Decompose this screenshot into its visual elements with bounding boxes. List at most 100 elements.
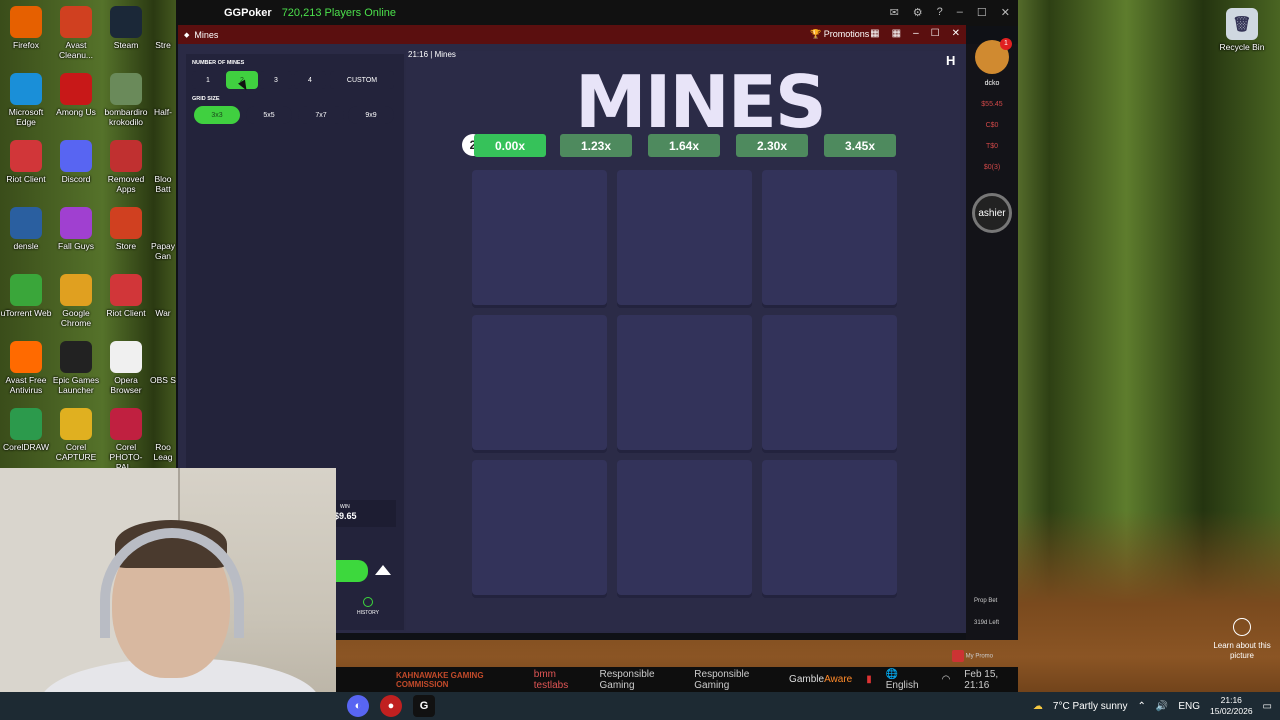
mine-tile[interactable] (472, 460, 607, 595)
mines-option-3[interactable]: 3 (260, 71, 292, 89)
app-name: GGPoker (224, 7, 272, 19)
tray-chevron-icon[interactable]: ⌃ (1137, 701, 1145, 712)
desktop-icon[interactable]: densle (0, 207, 52, 251)
desktop-icon-partial[interactable]: Stre (150, 6, 176, 50)
kahnawake-logo[interactable]: KAHNAWAKE GAMING COMMISSION (396, 671, 520, 689)
responsible-gaming-link-2[interactable]: Responsible Gaming (694, 669, 775, 691)
maximize-icon[interactable]: ☐ (977, 6, 987, 19)
bmm-logo[interactable]: bmm testlabs (534, 669, 586, 691)
close-icon[interactable]: ✕ (952, 28, 960, 39)
mines-option-4[interactable]: 4 (294, 71, 326, 89)
app-icon (110, 73, 142, 105)
mine-tile[interactable] (617, 170, 752, 305)
desktop-icon[interactable]: uTorrent Web (0, 274, 52, 318)
maximize-icon[interactable]: ☐ (931, 28, 940, 39)
mail-icon[interactable]: ✉ (890, 6, 899, 19)
game-header: 21:16 | Mines (408, 50, 456, 59)
language-selector[interactable]: 🌐 English (886, 669, 928, 691)
desktop-icon-partial[interactable]: War (150, 274, 176, 318)
desktop-icon-partial[interactable]: Bloo Batt (150, 140, 176, 194)
desktop-icon[interactable]: Epic Games Launcher (50, 341, 102, 395)
desktop-icon[interactable]: Google Chrome (50, 274, 102, 328)
tray-lang[interactable]: ENG (1178, 701, 1200, 712)
desktop-icon[interactable]: Firefox (0, 6, 52, 50)
desktop-icon-label: Removed Apps (107, 174, 145, 194)
players-online: 720,213 Players Online (281, 7, 397, 19)
desktop-icon[interactable]: CorelDRAW (0, 408, 52, 452)
desktop-icon[interactable]: Removed Apps (100, 140, 152, 194)
grid-option-7x7[interactable]: 7x7 (298, 106, 344, 124)
desktop-icon[interactable]: Among Us (50, 73, 102, 117)
volume-icon[interactable]: 🔊 (1156, 701, 1168, 712)
gamble-aware-link[interactable]: GambleAware (789, 674, 852, 685)
days-left-label: 319d Left (974, 620, 1000, 626)
desktop-icon-label: Opera Browser (110, 375, 142, 395)
mine-tile[interactable] (762, 460, 897, 595)
grid-view-icon[interactable]: ▦ (892, 28, 901, 39)
desktop-icon-label: Riot Client (6, 174, 46, 184)
desktop-icon[interactable]: Microsoft Edge (0, 73, 52, 127)
weather-text[interactable]: 7°C Partly sunny (1053, 701, 1128, 712)
desktop-icon-partial[interactable]: Half- (150, 73, 176, 117)
learn-about-picture[interactable]: Learn about this picture (1212, 618, 1272, 661)
taskbar-record-icon[interactable]: ● (380, 695, 402, 717)
desktop-icon[interactable]: Opera Browser (100, 341, 152, 395)
desktop-icon-label: Bloo Batt (154, 174, 172, 194)
tile-view-icon[interactable]: ▦ (870, 28, 879, 39)
desktop-icon-label: Avast Free Antivirus (5, 375, 47, 395)
gear-icon[interactable]: ⚙ (913, 6, 923, 19)
taskbar-clock[interactable]: 21:16 15/02/2026 (1210, 695, 1253, 717)
multiplier-step: 3.45x (824, 134, 896, 157)
mine-tile[interactable] (762, 170, 897, 305)
grid-option-3x3[interactable]: 3x3 (194, 106, 240, 124)
notification-icon[interactable]: ▭ (1263, 701, 1272, 712)
mines-option-custom[interactable]: CUSTOM (330, 71, 394, 89)
desktop-icon[interactable]: Steam (100, 6, 152, 50)
close-icon[interactable]: ✕ (1001, 6, 1010, 19)
desktop-icon[interactable]: Store (100, 207, 152, 251)
desktop-icon[interactable]: Avast Free Antivirus (0, 341, 52, 395)
taskbar: ◐ ● G ☁ 7°C Partly sunny ⌃ 🔊 ENG 21:16 1… (0, 692, 1280, 720)
desktop-icon-label: Half- (154, 107, 172, 117)
multiplier-current: 0.00x (474, 134, 546, 157)
mine-tile[interactable] (617, 315, 752, 450)
cashier-button[interactable]: ashier (972, 193, 1012, 233)
desktop-icon[interactable]: Riot Client (100, 274, 152, 318)
mines-option-1[interactable]: 1 (192, 71, 224, 89)
history-button[interactable]: HISTORY (348, 597, 388, 616)
app-icon (10, 6, 42, 38)
desktop-icon[interactable]: Fall Guys (50, 207, 102, 251)
desktop-icon[interactable]: Riot Client (0, 140, 52, 184)
t-balance-value: T$0 (985, 143, 999, 150)
mine-tile[interactable] (472, 170, 607, 305)
taskbar-ggpoker-icon[interactable]: G (413, 695, 435, 717)
mine-tile[interactable] (472, 315, 607, 450)
help-icon[interactable]: ? (937, 6, 943, 19)
grid-option-5x5[interactable]: 5x5 (246, 106, 292, 124)
app-icon (10, 408, 42, 440)
recycle-bin-icon[interactable]: 🗑 Recycle Bin (1214, 8, 1270, 52)
desktop-icon-label: Papay Gan (150, 241, 176, 261)
mine-tile[interactable] (617, 460, 752, 595)
desktop-icon-partial[interactable]: Papay Gan (150, 207, 176, 261)
desktop-icon[interactable]: Discord (50, 140, 102, 184)
desktop-icon[interactable]: Avast Cleanu... (50, 6, 102, 60)
promotions-button[interactable]: 🏆 Promotions (810, 29, 869, 40)
desktop-icon-partial[interactable]: Roo Leag (150, 408, 176, 462)
desktop-icon[interactable]: bombardiro krokodilo (100, 73, 152, 127)
taskbar-discord-icon[interactable]: ◐ (347, 695, 369, 717)
mine-tile[interactable] (762, 315, 897, 450)
minimize-icon[interactable]: – (913, 28, 919, 39)
desktop-icon[interactable]: Corel CAPTURE (50, 408, 102, 462)
desktop-icon-partial[interactable]: OBS S (150, 341, 176, 385)
increase-bet-icon[interactable] (375, 565, 391, 575)
desktop-icon[interactable]: Corel PHOTO-PAI... (100, 408, 152, 472)
app-icon (10, 341, 42, 373)
my-promo-button[interactable]: My Promo (952, 650, 1016, 662)
app-icon (60, 6, 92, 38)
grid-option-9x9[interactable]: 9x9 (348, 106, 394, 124)
bet-button[interactable] (334, 560, 368, 582)
responsible-gaming-link[interactable]: Responsible Gaming (600, 669, 681, 691)
minimize-icon[interactable]: – (957, 6, 963, 19)
desktop-icon-label: CorelDRAW (3, 442, 49, 452)
